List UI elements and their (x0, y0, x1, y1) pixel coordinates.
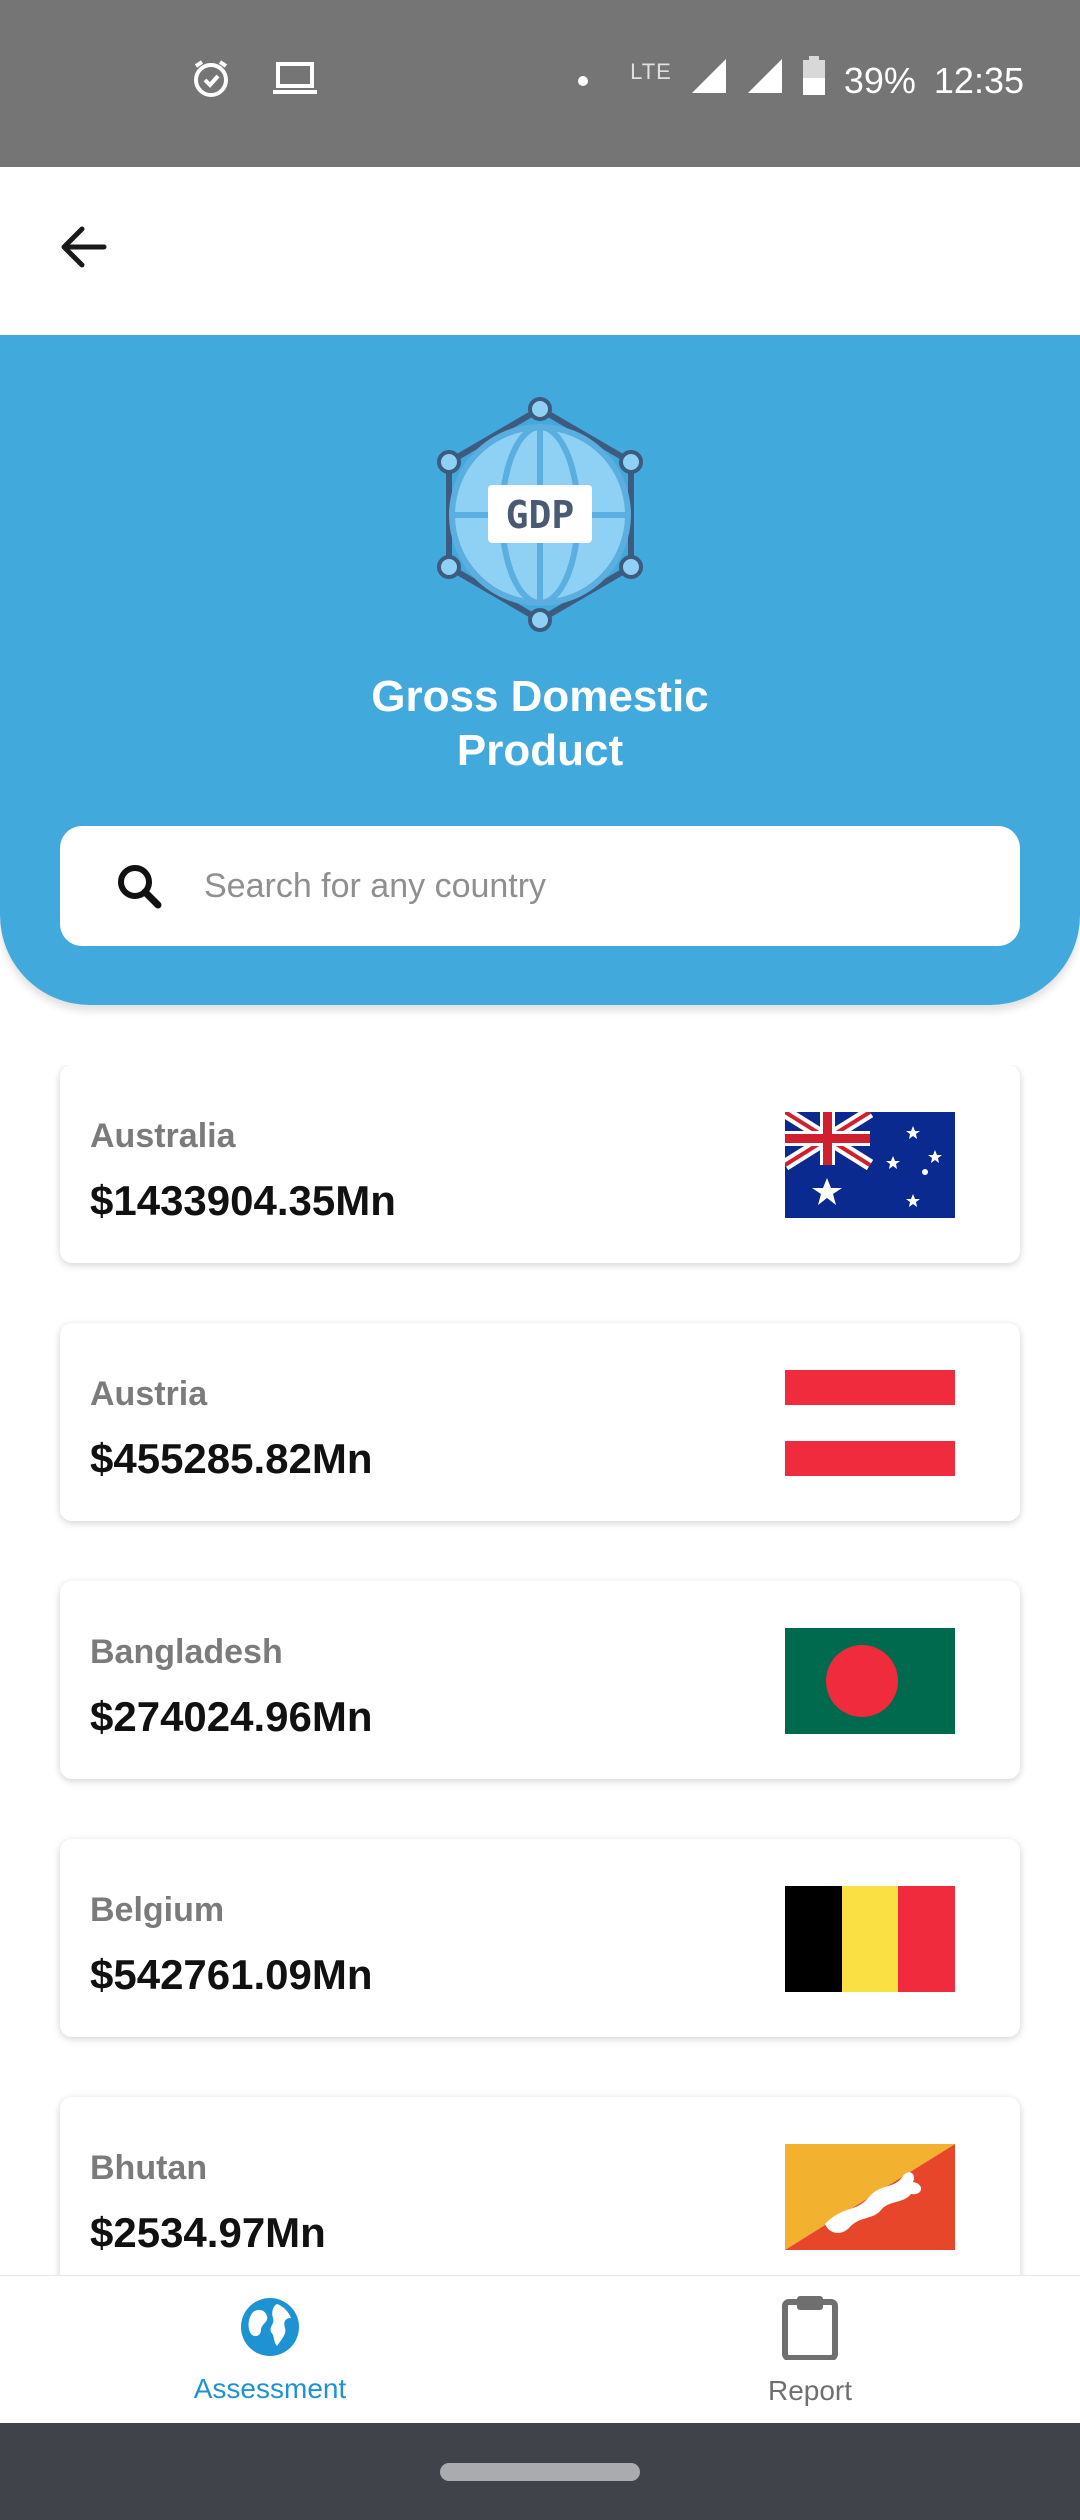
gdp-value: $1433904.35Mn (90, 1177, 396, 1224)
alarm-icon (190, 58, 232, 105)
country-list[interactable]: Australia $1433904.35Mn Austria $455285.… (0, 1065, 1080, 2275)
belgium-flag-icon (785, 1886, 955, 1992)
nav-tab-assessment[interactable]: Assessment (0, 2276, 540, 2424)
battery-percent: 39% (843, 59, 916, 101)
bottom-navigation: Assessment Report (0, 2275, 1080, 2423)
system-navigation-bar (0, 2423, 1080, 2520)
gdp-value: $274024.96Mn (90, 1693, 373, 1740)
signal-icon (746, 57, 784, 104)
battery-icon (802, 56, 826, 105)
notification-dot-icon (578, 75, 589, 86)
network-type: LTE (630, 58, 672, 84)
header-banner: GDP Gross Domestic Product (0, 335, 1080, 1005)
nav-label: Assessment (193, 2372, 347, 2404)
gdp-value: $2534.97Mn (90, 2209, 326, 2256)
page-title-line2: Product (456, 726, 624, 775)
clipboard-icon (779, 2294, 841, 2365)
page-title: Gross Domestic Product (0, 670, 1080, 778)
search-bar[interactable] (60, 826, 1020, 946)
country-card-bhutan[interactable]: Bhutan $2534.97Mn (60, 2097, 1020, 2275)
australia-flag-icon (785, 1112, 955, 1218)
search-icon (114, 861, 164, 911)
gdp-value: $542761.09Mn (90, 1951, 373, 1998)
gdp-value: $455285.82Mn (90, 1435, 373, 1482)
gdp-logo-text: GDP (506, 493, 575, 537)
back-button[interactable] (44, 209, 124, 289)
country-name: Bangladesh (90, 1633, 283, 1671)
gdp-globe-icon: GDP (420, 395, 660, 635)
arrow-left-icon (56, 219, 112, 280)
page-title-line1: Gross Domestic (371, 672, 709, 721)
app-bar (0, 167, 1080, 335)
status-bar: LTE 39% 12:35 (0, 0, 1080, 167)
search-input[interactable] (204, 866, 964, 906)
country-name: Bhutan (90, 2149, 208, 2187)
country-name: Austria (90, 1375, 208, 1413)
country-card-bangladesh[interactable]: Bangladesh $274024.96Mn (60, 1581, 1020, 1779)
country-card-austria[interactable]: Austria $455285.82Mn (60, 1323, 1020, 1521)
country-card-australia[interactable]: Australia $1433904.35Mn (60, 1065, 1020, 1263)
bhutan-flag-icon (785, 2144, 955, 2250)
austria-flag-icon (785, 1370, 955, 1476)
home-gesture-handle[interactable] (440, 2463, 640, 2481)
nav-label: Report (767, 2374, 853, 2406)
country-card-belgium[interactable]: Belgium $542761.09Mn (60, 1839, 1020, 2037)
nav-tab-report[interactable]: Report (540, 2276, 1080, 2424)
laptop-icon (272, 61, 318, 102)
country-name: Australia (90, 1117, 236, 1155)
signal-icon (690, 57, 728, 104)
country-name: Belgium (90, 1891, 225, 1929)
bangladesh-flag-icon (785, 1628, 955, 1734)
globe-icon (239, 2296, 301, 2363)
clock: 12:35 (933, 59, 1024, 101)
